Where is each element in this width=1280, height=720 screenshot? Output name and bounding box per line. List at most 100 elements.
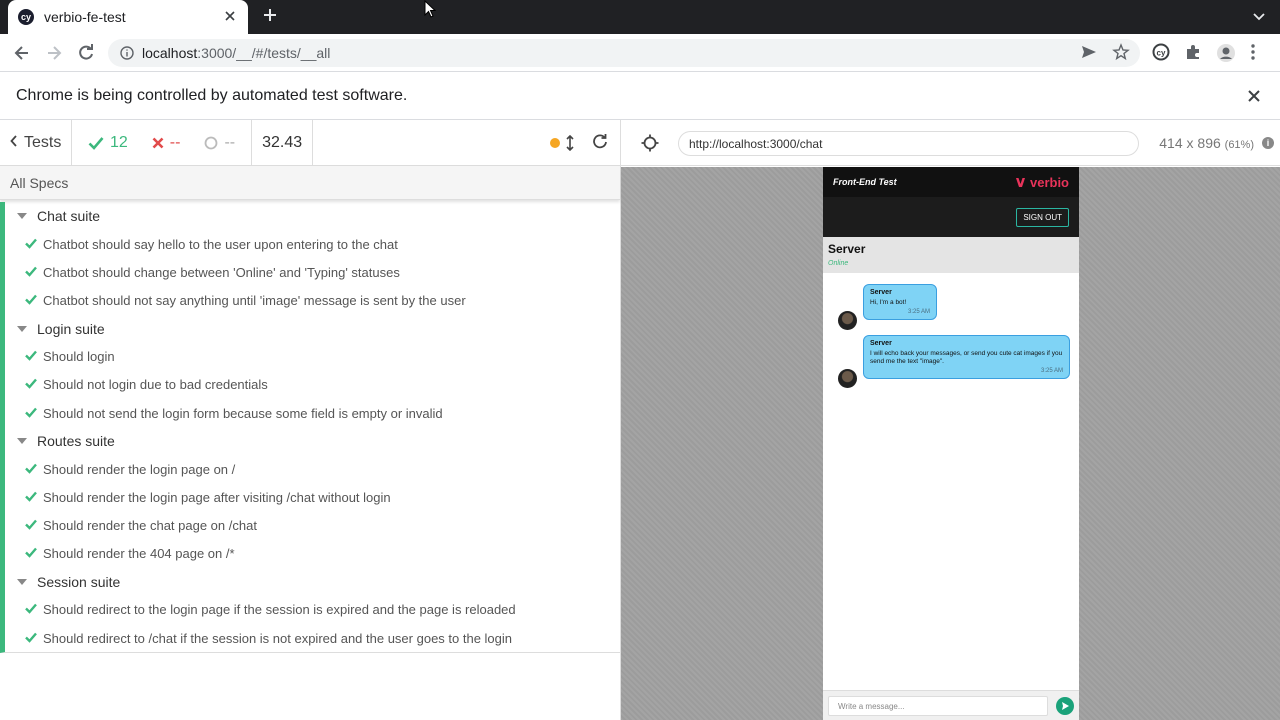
test-row[interactable]: Chatbot should say hello to the user upo… — [5, 230, 620, 258]
test-title: Should render the login page on / — [43, 461, 236, 477]
selector-playground-crosshair-icon[interactable] — [641, 134, 659, 152]
send-button[interactable] — [1056, 697, 1074, 715]
test-row[interactable]: Should login — [5, 343, 620, 371]
test-row[interactable]: Should render the login page after visit… — [5, 483, 620, 511]
message-time: 3:25 AM — [1040, 368, 1063, 374]
tab-search-chevron-icon[interactable] — [1252, 10, 1266, 29]
check-icon — [88, 136, 104, 150]
arrows-vertical-icon — [566, 135, 574, 151]
verbio-mark-icon — [1015, 177, 1025, 187]
test-row[interactable]: Should render the chat page on /chat — [5, 512, 620, 540]
test-row[interactable]: Chatbot should change between 'Online' a… — [5, 258, 620, 286]
test-title: Should redirect to /chat if the session … — [43, 630, 513, 646]
address-bar[interactable]: localhost:3000/__/#/tests/__all — [108, 39, 1140, 67]
send-tab-icon[interactable] — [1080, 43, 1098, 66]
message-author: Server — [870, 289, 892, 296]
aut-url-field[interactable]: http://localhost:3000/chat — [678, 131, 1139, 156]
check-icon — [25, 602, 37, 617]
test-row[interactable]: Should redirect to the login page if the… — [5, 596, 620, 624]
check-icon — [25, 293, 37, 308]
infobar-message: Chrome is being controlled by automated … — [16, 86, 408, 104]
message-input[interactable]: Write a message... — [828, 696, 1048, 716]
message-composer: Write a message... — [823, 690, 1079, 720]
info-icon[interactable]: i — [1262, 137, 1274, 149]
test-row[interactable]: Should render the login page on / — [5, 455, 620, 483]
circle-notch-icon — [205, 136, 218, 149]
run-duration: 32.43 — [252, 119, 314, 166]
message-bubble: Server I will echo back your messages, o… — [863, 335, 1070, 379]
message-bubble: Server Hi, I'm a bot! 3:25 AM — [863, 284, 937, 320]
suite-title: Routes suite — [37, 433, 115, 450]
extensions-puzzle-icon[interactable] — [1184, 43, 1202, 68]
test-title: Should render the 404 page on /* — [43, 546, 235, 562]
caret-down-icon — [17, 438, 27, 445]
send-icon — [1062, 702, 1069, 710]
caret-down-icon — [17, 325, 27, 332]
tab-title: verbio-fe-test — [44, 9, 126, 25]
test-row[interactable]: Chatbot should not say anything until 'i… — [5, 286, 620, 314]
message-text: Hi, I'm a bot! — [870, 299, 907, 306]
test-row[interactable]: Should redirect to /chat if the session … — [5, 624, 620, 652]
bookmark-star-icon[interactable] — [1112, 43, 1130, 66]
message-time: 3:25 AM — [907, 309, 930, 315]
site-info-icon[interactable] — [120, 46, 134, 60]
aut-pane: http://localhost:3000/chat 414 x 896 (61… — [621, 120, 1280, 720]
test-title: Chatbot should not say anything until 'i… — [43, 292, 466, 308]
passed-count: 12 — [88, 134, 128, 152]
tab-close-icon[interactable] — [222, 9, 238, 25]
check-icon — [25, 462, 37, 477]
aut-stage: Front-End Test verbio SIGN OUT Server On… — [621, 167, 1280, 720]
suite-header[interactable]: Login suite — [5, 315, 620, 343]
x-icon — [152, 137, 164, 148]
sign-out-button[interactable]: SIGN OUT — [1016, 208, 1069, 227]
runnables-list: Chat suite Chatbot should say hello to th… — [0, 202, 620, 654]
contact-name: Server — [828, 242, 866, 256]
test-row[interactable]: Should render the 404 page on /* — [5, 540, 620, 568]
test-title: Should render the chat page on /chat — [43, 518, 257, 534]
test-counts: 12 -- -- — [72, 119, 253, 166]
suite-header[interactable]: Routes suite — [5, 427, 620, 455]
running-indicator-dot — [550, 138, 560, 148]
cypress-extension-icon[interactable]: cy — [1152, 43, 1170, 68]
automation-infobar: Chrome is being controlled by automated … — [0, 72, 1280, 120]
reload-icon[interactable] — [76, 43, 96, 63]
test-row[interactable]: Should not login due to bad credentials — [5, 371, 620, 399]
app-header-bar: SIGN OUT — [823, 197, 1079, 237]
app-title: Front-End Test — [833, 177, 897, 187]
cypress-favicon-icon: cy — [18, 9, 34, 25]
chat-contact-bar: Server Online — [823, 237, 1079, 273]
suite-header[interactable]: Chat suite — [5, 202, 620, 230]
infobar-close-icon[interactable] — [1246, 88, 1262, 104]
check-icon — [25, 546, 37, 561]
viewport-size: 414 x 896 (61%) — [1159, 135, 1254, 151]
auto-scroll-toggle[interactable] — [550, 135, 574, 151]
new-tab-button[interactable] — [260, 6, 280, 26]
profile-avatar-icon[interactable] — [1216, 43, 1236, 68]
tests-back-button[interactable]: Tests — [0, 119, 72, 166]
test-title: Should not login due to bad credentials — [43, 377, 268, 393]
check-icon — [25, 377, 37, 392]
suite-title: Login suite — [37, 320, 105, 337]
verbio-logo: verbio — [1015, 175, 1069, 190]
pending-count: -- — [204, 134, 235, 152]
message-text: I will echo back your messages, or send … — [870, 350, 1063, 365]
back-arrow-icon[interactable] — [12, 43, 32, 63]
tests-label: Tests — [24, 133, 62, 151]
aut-header: http://localhost:3000/chat 414 x 896 (61… — [621, 120, 1280, 166]
forward-arrow-icon[interactable] — [44, 43, 64, 63]
test-row[interactable]: Should not send the login form because s… — [5, 399, 620, 427]
avatar — [838, 369, 857, 388]
caret-down-icon — [17, 213, 27, 219]
contact-status: Online — [828, 260, 849, 267]
suite-title: Session suite — [37, 573, 121, 590]
test-title: Should login — [43, 349, 115, 365]
chevron-left-icon — [10, 134, 18, 152]
browser-tab[interactable]: cy verbio-fe-test — [8, 0, 248, 34]
check-icon — [25, 265, 37, 280]
suite-title: Chat suite — [37, 208, 101, 224]
browser-menu-icon[interactable] — [1250, 43, 1256, 68]
suite-header[interactable]: Session suite — [5, 568, 620, 596]
address-url: localhost:3000/__/#/tests/__all — [142, 45, 331, 61]
chat-app: Front-End Test verbio SIGN OUT Server On… — [823, 167, 1079, 720]
rerun-icon[interactable] — [592, 133, 608, 154]
